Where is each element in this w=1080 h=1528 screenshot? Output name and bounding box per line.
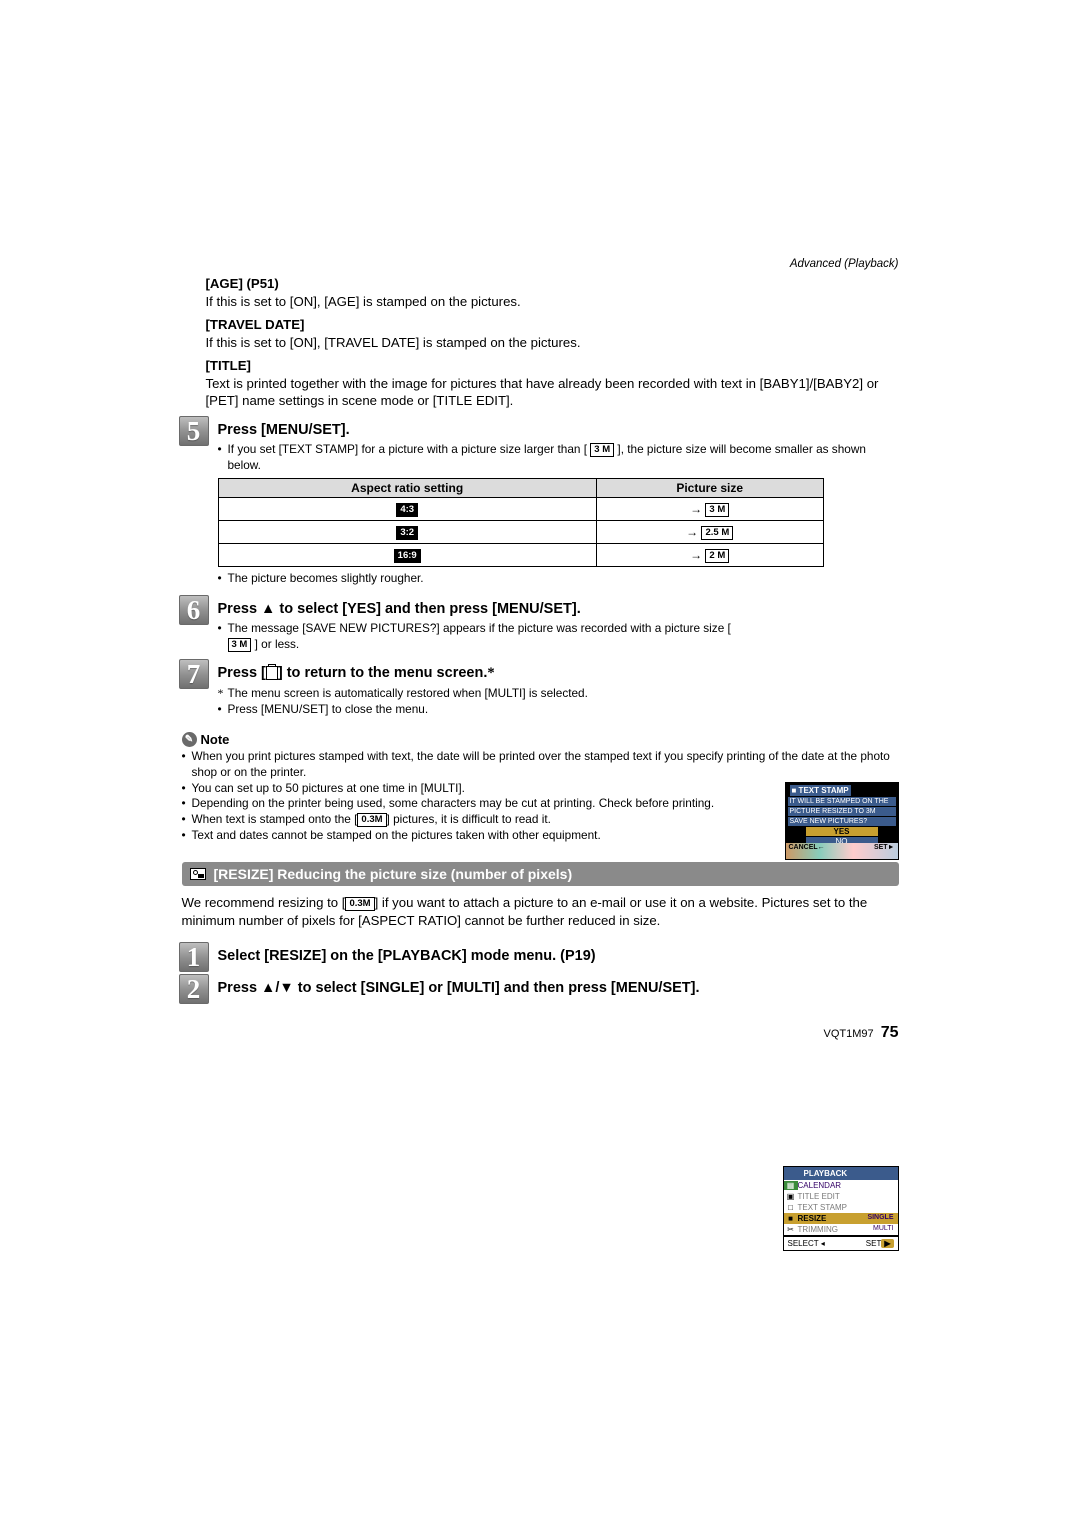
ratio-16-9-icon: 16:9 [394,549,421,563]
size-badge-03m-icon: 0.3M [345,897,374,911]
step-number-icon: 1 [179,942,209,972]
page-number: 75 [881,1024,899,1041]
step-5-bullets: • If you set [TEXT STAMP] for a picture … [218,442,899,474]
ratio-4-3-icon: 4:3 [396,503,418,517]
th-size: Picture size [596,479,823,498]
title-label: [TITLE] [206,358,899,373]
table-row: 3:2 → 2.5 M [218,521,823,544]
note-icon: ✎ [182,732,197,747]
step-5: 5 Press [MENU/SET]. [182,420,899,438]
ratio-3-2-icon: 3:2 [396,526,418,540]
asterisk-icon: * [487,665,494,681]
size-badge-3m-icon: 3 M [228,638,252,652]
step-number-icon: 2 [179,974,209,1004]
trash-icon [266,666,278,680]
step-number-icon: 5 [179,416,209,446]
camera-screen-textstamp: ■ TEXT STAMP IT WILL BE STAMPED ON THE P… [785,782,899,860]
size-badge-03m-icon: 0.3M [357,813,386,827]
set-button-icon: ▶ [881,1239,893,1248]
resize-intro: We recommend resizing to [0.3M] if you w… [182,894,899,930]
note-heading: ✎ Note [182,732,899,747]
step-7: 7 Press [] to return to the menu screen.… [182,663,899,682]
title-text: Text is printed together with the image … [206,375,899,411]
camera-screen-playback-menu: PLAYBACK ▦CALENDAR ▣TITLE EDIT □TEXT STA… [783,1166,899,1251]
aspect-ratio-table: Aspect ratio setting Picture size 4:3 → … [218,478,824,567]
step-6-title: Press ▲ to select [YES] and then press [… [218,599,758,617]
step-number-icon: 6 [179,595,209,625]
footer-code: VQT1M97 [824,1028,874,1040]
step-7-title: Press [] to return to the menu screen.* [218,663,899,682]
page-footer: VQT1M97 75 [182,1024,899,1042]
resize-step-1-title: Select [RESIZE] on the [PLAYBACK] mode m… [218,946,899,964]
size-2p5m-icon: 2.5 M [701,526,733,540]
resize-section-bar: [RESIZE] Reducing the picture size (numb… [182,862,899,886]
step-7-bullets: *The menu screen is automatically restor… [218,686,748,718]
th-aspect: Aspect ratio setting [218,479,596,498]
age-text: If this is set to [ON], [AGE] is stamped… [206,293,899,311]
size-3m-icon: 3 M [705,503,729,517]
step-6-bullets: • The message [SAVE NEW PICTURES?] appea… [218,621,748,653]
manual-page: Advanced (Playback) [AGE] (P51) If this … [182,258,899,1072]
travel-date-label: [TRAVEL DATE] [206,317,899,332]
step-number-icon: 7 [179,659,209,689]
table-row: 4:3 → 3 M [218,498,823,521]
step-6: 6 Press ▲ to select [YES] and then press… [182,599,899,617]
resize-step-2-title: Press ▲/▼ to select [SINGLE] or [MULTI] … [218,978,738,996]
size-badge-3m-icon: 3 M [590,443,614,457]
size-2m-icon: 2 M [705,549,729,563]
step5-bullet-pre: If you set [TEXT STAMP] for a picture wi… [228,442,588,456]
table-row: 16:9 → 2 M [218,544,823,567]
travel-date-text: If this is set to [ON], [TRAVEL DATE] is… [206,334,899,352]
resize-icon [190,868,206,880]
step-5-bullet2: •The picture becomes slightly rougher. [218,571,899,587]
age-label: [AGE] (P51) [206,276,899,291]
section-header: Advanced (Playback) [182,258,899,270]
resize-step-1: 1 Select [RESIZE] on the [PLAYBACK] mode… [182,946,899,964]
resize-step-2: 2 Press ▲/▼ to select [SINGLE] or [MULTI… [182,978,899,996]
step-5-title: Press [MENU/SET]. [218,420,899,438]
